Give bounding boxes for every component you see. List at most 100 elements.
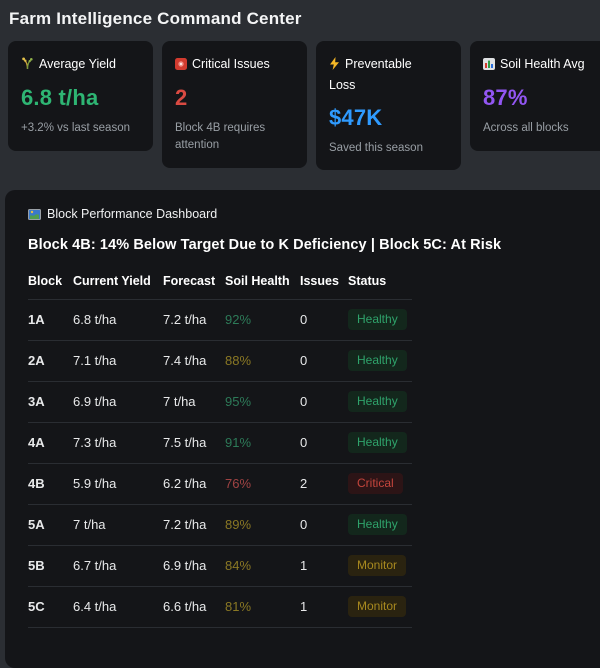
stat-cards-row: Average Yield 6.8 t/ha +3.2% vs last sea… (8, 41, 600, 171)
block-performance-table: Block Current Yield Forecast Soil Health Iss… (28, 269, 412, 629)
cell-issues: 0 (300, 394, 308, 410)
card-subtitle: +3.2% vs last season (21, 122, 130, 135)
table-header-row: Block Current Yield Forecast Soil Health Iss… (28, 269, 412, 301)
table-row: 2A 7.1 t/ha 7.4 t/ha 88% 0 Healthy (28, 341, 412, 383)
card-label-text: Soil Health Avg (500, 57, 585, 71)
status-badge: Healthy (348, 309, 407, 331)
column-header: Issues (300, 274, 339, 289)
cell-soil-health: 89% (225, 517, 252, 533)
cell-current-yield: 6.9 t/ha (73, 394, 117, 410)
cell-soil-health: 84% (225, 558, 252, 574)
column-header: Forecast (163, 274, 216, 289)
card-subtitle: Saved this season (329, 141, 423, 154)
card-label-text: Average Yield (39, 57, 116, 71)
column-header: Current Yield (73, 274, 151, 289)
cell-soil-health: 91% (225, 435, 252, 451)
table-row: 5A 7 t/ha 7.2 t/ha 89% 0 Healthy (28, 505, 412, 547)
cell-status: Healthy (348, 300, 412, 340)
card-critical-issues: Critical Issues 2 Block 4B requires atte… (162, 41, 307, 168)
cell-forecast: 6.2 t/ha (163, 476, 207, 492)
wheat-icon (21, 57, 34, 76)
card-label-text: Preventable Loss (329, 57, 412, 93)
cell-issues: 0 (300, 353, 308, 369)
cell-soil-health: 76% (225, 476, 252, 492)
card-preventable-loss: Preventable Loss $47K Saved this season (316, 41, 461, 171)
table-row: 4A 7.3 t/ha 7.5 t/ha 91% 0 Healthy (28, 423, 412, 465)
card-soil-health-avg: Soil Health Avg 87% Across all blocks (470, 41, 600, 152)
cell-status: Healthy (348, 423, 412, 463)
status-badge: Monitor (348, 555, 407, 577)
cell-current-yield: 6.4 t/ha (73, 599, 117, 615)
cell-status: Monitor (348, 546, 412, 586)
cell-forecast: 7.2 t/ha (163, 312, 207, 328)
lightning-icon (329, 57, 340, 76)
status-badge: Critical (348, 473, 403, 495)
cell-status: Critical (348, 464, 412, 504)
cell-status: Healthy (348, 505, 412, 545)
cell-forecast: 7.2 t/ha (163, 517, 207, 533)
cell-status: Healthy (348, 341, 412, 381)
status-badge: Healthy (348, 350, 407, 372)
block-performance-panel: Block Performance Dashboard Block 4B: 14… (5, 190, 600, 668)
status-badge: Healthy (348, 391, 407, 413)
cell-current-yield: 6.7 t/ha (73, 558, 117, 574)
cell-soil-health: 95% (225, 394, 252, 410)
cell-issues: 0 (300, 435, 308, 451)
bar-chart-icon (483, 57, 495, 76)
table-row: 4B 5.9 t/ha 6.2 t/ha 76% 2 Critical (28, 464, 412, 506)
page-title: Farm Intelligence Command Center (9, 9, 302, 28)
status-badge: Healthy (348, 514, 407, 536)
cell-issues: 1 (300, 558, 308, 574)
card-label: Preventable Loss (329, 55, 415, 96)
cell-forecast: 6.6 t/ha (163, 599, 207, 615)
cell-current-yield: 7.1 t/ha (73, 353, 117, 369)
cell-block: 5C (28, 599, 45, 615)
cell-block: 4B (28, 476, 45, 492)
card-label: Soil Health Avg (483, 55, 600, 76)
table-body: 1A 6.8 t/ha 7.2 t/ha 92% 0 Healthy 2A 7.1 t/ha 7… (28, 300, 412, 629)
table-row: 1A 6.8 t/ha 7.2 t/ha 92% 0 Healthy (28, 300, 412, 342)
status-badge: Monitor (348, 596, 407, 618)
panel-header: Block Performance Dashboard (28, 207, 600, 223)
status-badge: Healthy (348, 432, 407, 454)
cell-soil-health: 88% (225, 353, 252, 369)
cell-block: 5A (28, 517, 45, 533)
cell-forecast: 7.4 t/ha (163, 353, 207, 369)
cell-block: 3A (28, 394, 45, 410)
cell-forecast: 7.5 t/ha (163, 435, 207, 451)
cell-issues: 0 (300, 517, 308, 533)
table-row: 3A 6.9 t/ha 7 t/ha 95% 0 Healthy (28, 382, 412, 424)
cell-forecast: 7 t/ha (163, 394, 196, 410)
cell-issues: 2 (300, 476, 308, 492)
cell-status: Healthy (348, 382, 412, 422)
cell-block: 2A (28, 353, 45, 369)
cell-status: Monitor (348, 587, 412, 627)
card-label-text: Critical Issues (192, 57, 270, 71)
card-label: Critical Issues (175, 55, 294, 76)
card-value: $47K (329, 104, 383, 130)
cell-block: 4A (28, 435, 45, 451)
card-value: 6.8 t/ha (21, 85, 99, 111)
card-label: Average Yield (21, 55, 140, 76)
card-value: 87% (483, 85, 528, 111)
cell-issues: 1 (300, 599, 308, 615)
cell-soil-health: 92% (225, 312, 252, 328)
alert-headline: Block 4B: 14% Below Target Due to K Defi… (28, 237, 502, 254)
card-average-yield: Average Yield 6.8 t/ha +3.2% vs last sea… (8, 41, 153, 152)
table-row: 5B 6.7 t/ha 6.9 t/ha 84% 1 Monitor (28, 546, 412, 588)
cell-issues: 0 (300, 312, 308, 328)
cell-soil-health: 81% (225, 599, 252, 615)
cell-forecast: 6.9 t/ha (163, 558, 207, 574)
card-value: 2 (175, 85, 188, 111)
column-header: Status (348, 274, 387, 289)
cell-current-yield: 7.3 t/ha (73, 435, 117, 451)
cell-block: 1A (28, 312, 45, 328)
card-subtitle: Block 4B requires attention (175, 122, 266, 152)
cell-block: 5B (28, 558, 45, 574)
table-row: 5C 6.4 t/ha 6.6 t/ha 81% 1 Monitor (28, 587, 412, 629)
card-subtitle: Across all blocks (483, 122, 569, 135)
column-header: Block (28, 274, 63, 289)
siren-icon (175, 57, 187, 76)
cell-current-yield: 5.9 t/ha (73, 476, 117, 492)
map-icon (28, 209, 41, 223)
